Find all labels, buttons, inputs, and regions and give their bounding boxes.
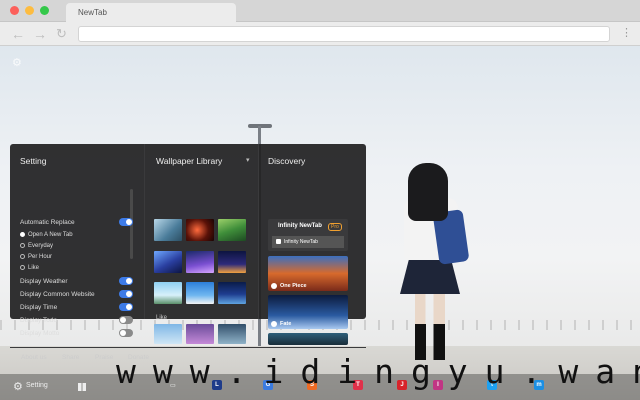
display-motto-toggle[interactable] (119, 329, 133, 337)
display-time-toggle[interactable] (119, 303, 133, 311)
column-divider (144, 144, 145, 319)
wallpaper-thumb[interactable] (154, 251, 182, 273)
about-us-link[interactable]: About us (21, 354, 47, 361)
card-label: Fate (280, 321, 292, 327)
puzzle-icon (276, 239, 281, 244)
address-bar[interactable] (78, 26, 610, 42)
minimize-window-button[interactable] (25, 6, 34, 15)
browser-tab-bar: NewTab (0, 0, 640, 22)
infinity-newtab-card[interactable]: Infinity NewTab Pro Infinity NewTab (268, 219, 348, 251)
share-link[interactable]: Share (62, 354, 79, 361)
one-piece-card[interactable]: One Piece (268, 256, 348, 291)
replace-option-everyday[interactable]: Everyday (20, 243, 53, 249)
discovery-card-more[interactable] (268, 333, 348, 345)
column-divider (258, 144, 259, 319)
forward-arrow-icon[interactable]: → (33, 25, 47, 43)
replace-option-per-hour[interactable]: Per Hour (20, 254, 52, 260)
gear-icon[interactable]: ⚙ (12, 56, 22, 69)
replace-option-like[interactable]: Like (20, 265, 39, 271)
display-common-website-toggle[interactable] (119, 290, 133, 298)
wallpaper-thumb[interactable] (186, 251, 214, 273)
wallpaper-like-label: Like (156, 315, 168, 321)
wallpaper-thumb[interactable] (186, 282, 214, 304)
display-weather-toggle[interactable] (119, 277, 133, 285)
card-preview: Infinity NewTab (272, 236, 344, 248)
display-todo-label: Display Todo (20, 317, 58, 324)
display-motto-label: Display Motto (20, 330, 60, 337)
reload-icon[interactable]: ↻ (56, 25, 67, 43)
automatic-replace-toggle[interactable] (119, 218, 133, 226)
display-todo-toggle[interactable] (119, 316, 133, 324)
theme-icon (271, 321, 277, 327)
option-label: Per Hour (28, 254, 53, 260)
address-toolbar: ← → ↻ ⋮ (0, 22, 640, 46)
discovery-title: Discovery (268, 156, 306, 166)
display-weather-label: Display Weather (20, 278, 68, 285)
wallpaper-thumb[interactable] (218, 282, 246, 304)
donate-link[interactable]: Donate (128, 354, 149, 361)
wallpaper-thumb[interactable] (218, 251, 246, 273)
setting-title: Setting (20, 156, 47, 166)
replace-option-open-new-tab[interactable]: Open A New Tab (20, 232, 73, 238)
theme-icon (271, 283, 277, 289)
praise-link[interactable]: Praise (95, 354, 113, 361)
radio-icon (20, 243, 25, 248)
dock-settings-label[interactable]: Setting (26, 382, 48, 389)
wallpaper-thumb[interactable] (154, 324, 182, 344)
close-window-button[interactable] (10, 6, 19, 15)
fate-card[interactable]: Fate (268, 295, 348, 329)
wallpaper-thumb[interactable] (218, 324, 246, 344)
wallpaper-thumb[interactable] (154, 219, 182, 241)
option-label: Everyday (28, 243, 54, 249)
display-common-website-label: Display Common Website (20, 291, 95, 298)
card-subtitle: Infinity NewTab (284, 239, 318, 245)
radio-icon (20, 265, 25, 270)
wallpaper-thumb[interactable] (218, 219, 246, 241)
card-label: One Piece (280, 283, 307, 289)
option-label: Like (28, 265, 40, 271)
zoom-window-button[interactable] (40, 6, 49, 15)
vertical-dots-icon[interactable]: ⋮ (621, 26, 632, 40)
watermark-text: www.idingyu.wang (116, 352, 640, 391)
wallpaper-thumb[interactable] (186, 324, 214, 344)
settings-gear-icon[interactable]: ⚙ (13, 380, 23, 393)
girl-hair (408, 163, 448, 221)
card-title: Infinity NewTab (278, 223, 322, 229)
wallpaper-thumb[interactable] (186, 219, 214, 241)
automatic-replace-label: Automatic Replace (20, 219, 75, 226)
pro-badge: Pro (328, 223, 342, 231)
apps-grid-icon[interactable] (78, 383, 86, 391)
chevron-down-icon[interactable]: ▾ (246, 156, 250, 164)
display-time-label: Display Time (20, 304, 58, 311)
browser-tab[interactable]: NewTab (66, 3, 236, 22)
wallpaper-library-title: Wallpaper Library (156, 156, 223, 166)
option-label: Open A New Tab (28, 232, 73, 238)
footer-divider (10, 347, 366, 348)
wallpaper-thumb[interactable] (154, 282, 182, 304)
settings-panel: Setting Automatic Replace Open A New Tab… (10, 144, 366, 361)
radio-icon (20, 254, 25, 259)
radio-selected-icon (20, 232, 25, 237)
back-arrow-icon[interactable]: ← (11, 25, 25, 43)
